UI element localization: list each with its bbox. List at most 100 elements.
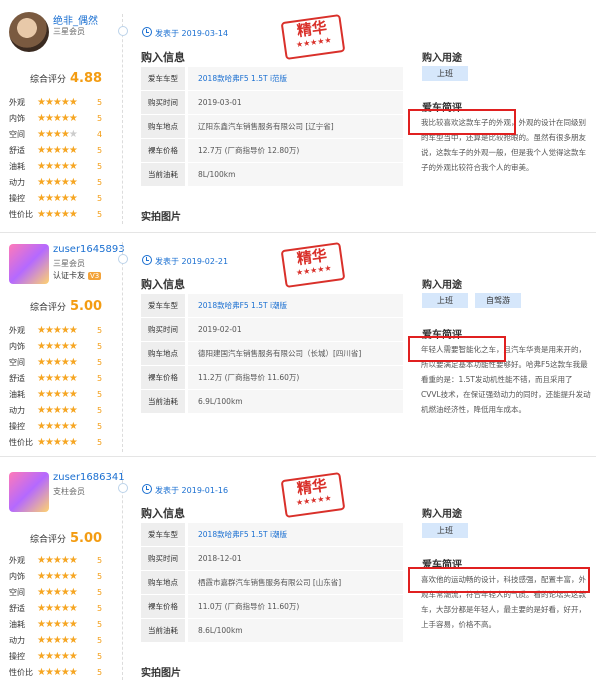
rating-label: 操控 [9, 421, 25, 431]
purchase-info-table: 爱车车型 2018款哈弗F5 1.5T i潮版 购买时间 2019-02-01 购车地点… [141, 293, 403, 414]
star-rating-icon: ★★★★★ [37, 634, 78, 646]
overall-score: 综合评分 4.88 [30, 67, 102, 86]
vip-badge: V3 [88, 272, 102, 280]
star-rating-icon: ★★★★★ [37, 554, 78, 566]
rating-value: 5 [97, 145, 103, 155]
rating-row: 性价比 ★★★★★ 5 [9, 664, 102, 680]
rating-label: 性价比 [9, 209, 33, 219]
rating-value: 5 [97, 603, 103, 613]
rating-row: 外观 ★★★★★ 5 [9, 94, 102, 110]
highlight-box [408, 567, 590, 593]
timeline-line [122, 14, 123, 224]
avatar[interactable] [9, 472, 49, 512]
usage-tags: 上班 [422, 523, 468, 538]
star-rating-icon: ★★★★★ [37, 602, 78, 614]
rating-label: 舒适 [9, 373, 25, 383]
date-value: 2019-03-14 [181, 29, 229, 38]
star-rating-icon: ★★★★★ [37, 420, 78, 432]
username-link[interactable]: 绝非_偶然 [53, 12, 98, 27]
rating-label: 操控 [9, 193, 25, 203]
star-rating-icon: ★★★★★ [37, 356, 78, 368]
highlight-box [408, 336, 506, 362]
rating-value: 5 [97, 667, 103, 677]
info-value: 2019-03-01 [188, 91, 403, 114]
car-model-link[interactable]: 2018款哈弗F5 1.5T i范版 [198, 74, 287, 83]
certification: 认证卡友 V3 [53, 270, 102, 281]
star-rating-icon: ★★★★★ [37, 112, 78, 124]
rating-value: 5 [97, 193, 103, 203]
star-rating-icon: ★★★★★ [37, 586, 78, 598]
rating-row: 空间 ★★★★★ 5 [9, 354, 102, 370]
posted-prefix: 发表于 [155, 29, 179, 38]
purchase-info-title: 购入信息 [141, 278, 185, 291]
info-value: 2018款哈弗F5 1.5T i范版 [188, 67, 403, 90]
rating-label: 性价比 [9, 437, 33, 447]
usage-title: 购入用途 [422, 53, 462, 64]
rating-value: 5 [97, 325, 103, 335]
rating-label: 操控 [9, 651, 25, 661]
rating-row: 油耗 ★★★★★ 5 [9, 158, 102, 174]
rating-label: 舒适 [9, 145, 25, 155]
info-row: 爱车车型 2018款哈弗F5 1.5T i潮版 [141, 523, 403, 546]
info-row: 购车地点 栖霞市嘉群汽车销售服务有限公司 [山东省] [141, 571, 403, 594]
rating-label: 外观 [9, 97, 25, 107]
car-model-link[interactable]: 2018款哈弗F5 1.5T i潮版 [198, 530, 287, 539]
rating-label: 空间 [9, 357, 25, 367]
info-value: 辽阳东鑫汽车销售服务有限公司 [辽宁省] [188, 115, 403, 138]
rating-row: 动力 ★★★★★ 5 [9, 632, 102, 648]
score-label: 综合评分 [30, 535, 67, 545]
info-key: 购车地点 [141, 115, 185, 138]
info-value: 11.2万 (厂商指导价 11.60万) [188, 366, 403, 389]
star-rating-icon: ★★★★★ [37, 128, 78, 140]
score-value: 4.88 [70, 71, 103, 86]
info-key: 购买时间 [141, 318, 185, 341]
star-rating-icon: ★★★★★ [37, 192, 78, 204]
info-value: 6.9L/100km [188, 390, 403, 413]
rating-value: 5 [97, 405, 103, 415]
date-value: 2019-01-16 [181, 486, 229, 495]
rating-row: 舒适 ★★★★★ 5 [9, 142, 102, 158]
info-key: 购买时间 [141, 547, 185, 570]
rating-label: 内饰 [9, 341, 25, 351]
overall-score: 综合评分 5.00 [30, 527, 102, 546]
info-key: 裸车价格 [141, 139, 185, 162]
info-value: 2018款哈弗F5 1.5T i潮版 [188, 294, 403, 317]
purchase-info-title: 购入信息 [141, 507, 185, 520]
post-date: 发表于 2019-01-16 [142, 484, 228, 496]
avatar[interactable] [9, 12, 49, 52]
rating-row: 内饰 ★★★★★ 5 [9, 568, 102, 584]
rating-value: 5 [97, 177, 103, 187]
rating-list: 外观 ★★★★★ 5 内饰 ★★★★★ 5 空间 ★★★★★ 5 舒适 ★★★★★ 5 油耗 ★★★★★ 5… [9, 322, 102, 450]
username-link[interactable]: zuser1645893 [53, 244, 125, 255]
rating-value: 5 [97, 421, 103, 431]
avatar[interactable] [9, 244, 49, 284]
star-rating-icon: ★★★★★ [37, 208, 78, 220]
info-value: 8.6L/100km [188, 619, 403, 642]
essence-stamp: 精华 ★★★★★ [280, 242, 346, 288]
purchase-info-title: 购入信息 [141, 51, 185, 64]
rating-row: 动力 ★★★★★ 5 [9, 174, 102, 190]
star-rating-icon: ★★★★★ [37, 404, 78, 416]
usage-tag: 上班 [422, 523, 468, 538]
info-row: 购车地点 辽阳东鑫汽车销售服务有限公司 [辽宁省] [141, 115, 403, 138]
username-link[interactable]: zuser1686341 [53, 472, 125, 483]
star-rating-icon: ★★★★★ [37, 650, 78, 662]
info-value: 2018-12-01 [188, 547, 403, 570]
photos-title: 实拍图片 [141, 212, 181, 223]
info-value: 2018款哈弗F5 1.5T i潮版 [188, 523, 403, 546]
info-row: 当前油耗 8L/100km [141, 163, 403, 186]
usage-tags: 上班 [422, 66, 468, 81]
post-date: 发表于 2019-02-21 [142, 255, 228, 267]
info-key: 当前油耗 [141, 163, 185, 186]
usage-tag: 自驾游 [475, 293, 521, 308]
rating-value: 5 [97, 97, 103, 107]
info-key: 裸车价格 [141, 366, 185, 389]
info-row: 当前油耗 8.6L/100km [141, 619, 403, 642]
rating-value: 5 [97, 619, 103, 629]
info-key: 当前油耗 [141, 390, 185, 413]
car-model-link[interactable]: 2018款哈弗F5 1.5T i潮版 [198, 301, 287, 310]
essence-stamp: 精华 ★★★★★ [280, 472, 346, 518]
rating-row: 内饰 ★★★★★ 5 [9, 110, 102, 126]
info-value: 12.7万 (厂商指导价 12.80万) [188, 139, 403, 162]
clock-icon [142, 484, 152, 494]
